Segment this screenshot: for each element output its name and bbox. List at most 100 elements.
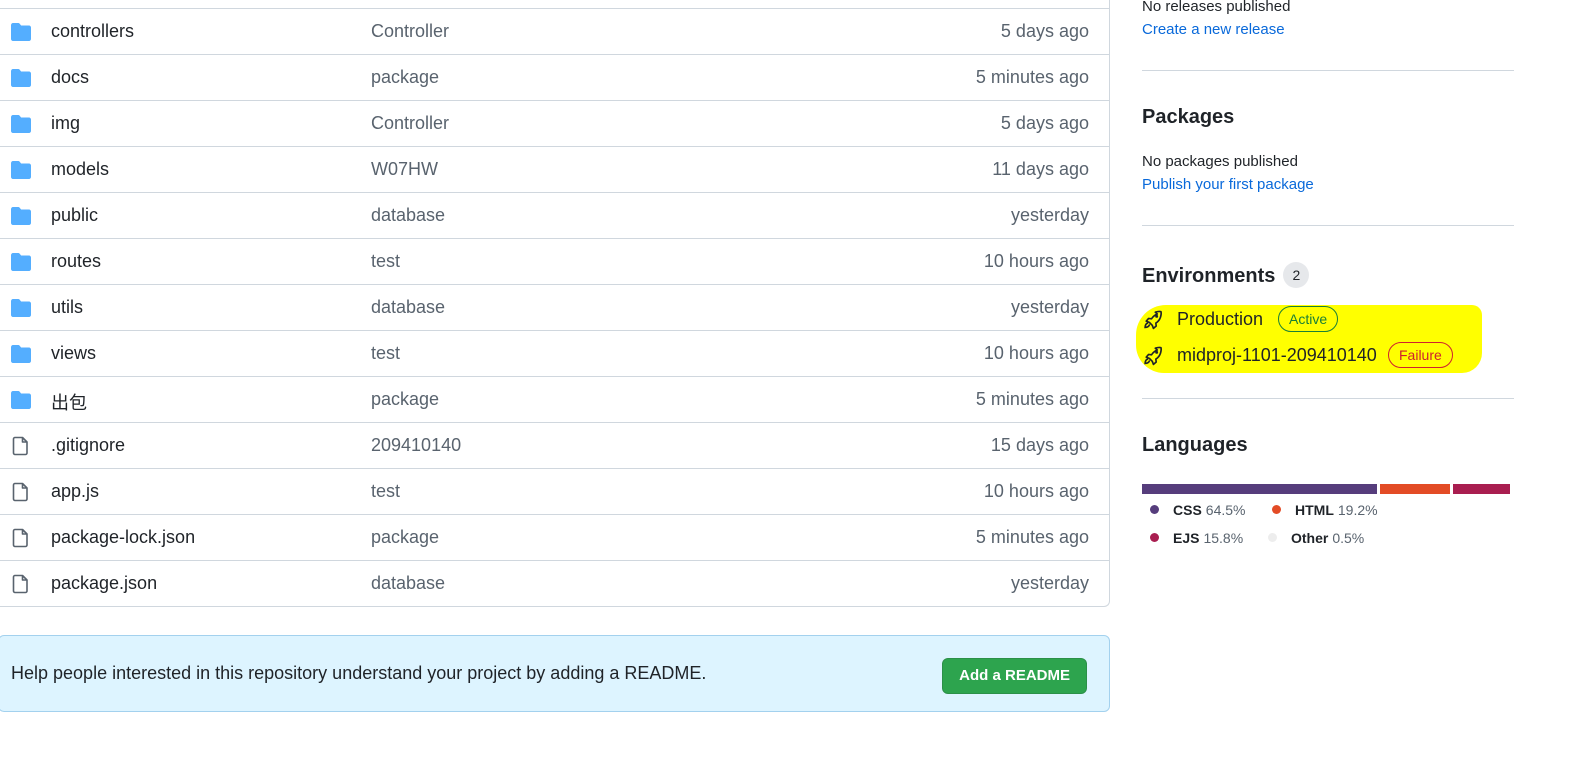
commit-message-link[interactable]: database [371, 573, 445, 594]
language-color-dot [1268, 533, 1277, 542]
folder-icon [10, 68, 32, 88]
commit-message-link[interactable]: package [371, 389, 439, 410]
folder-icon [10, 206, 32, 226]
language-color-dot [1150, 533, 1159, 542]
folder-icon [10, 160, 32, 180]
commit-age: 10 hours ago [983, 251, 1089, 271]
status-badge-failure: Failure [1388, 342, 1453, 368]
commit-age: 5 minutes ago [975, 389, 1089, 409]
language-name: Other [1291, 530, 1329, 546]
commit-age: yesterday [1010, 573, 1089, 593]
file-row[interactable]: app.js test 10 hours ago [0, 468, 1109, 514]
language-item-css[interactable]: CSS 64.5% [1150, 502, 1246, 518]
commit-message-link[interactable]: database [371, 205, 445, 226]
file-row[interactable]: routes test 10 hours ago [0, 238, 1109, 284]
commit-message-link[interactable]: W07HW [371, 159, 438, 180]
folder-icon [10, 114, 32, 134]
commit-age: 10 hours ago [983, 343, 1089, 363]
commit-message-link[interactable]: Controller [371, 113, 449, 134]
language-name: EJS [1173, 530, 1200, 546]
file-name-link[interactable]: public [51, 205, 98, 226]
commit-age: 15 days ago [990, 435, 1089, 455]
environments-count-badge: 2 [1283, 262, 1310, 288]
commit-message-link[interactable]: test [371, 343, 400, 364]
file-row[interactable]: models W07HW 11 days ago [0, 146, 1109, 192]
file-row[interactable]: .gitignore 209410140 15 days ago [0, 422, 1109, 468]
file-name-link[interactable]: package-lock.json [51, 527, 195, 548]
environments-heading[interactable]: Environments 2 [1142, 262, 1310, 288]
commit-age: 5 minutes ago [975, 527, 1089, 547]
file-name-link[interactable]: .gitignore [51, 435, 125, 456]
commit-message-link[interactable]: test [371, 251, 400, 272]
language-item-ejs[interactable]: EJS 15.8% [1150, 530, 1243, 546]
file-name-link[interactable]: views [51, 343, 96, 364]
file-name-link[interactable]: models [51, 159, 109, 180]
file-name-link[interactable]: docs [51, 67, 89, 88]
environments-title: Environments [1142, 265, 1276, 287]
language-segment-html[interactable] [1379, 484, 1450, 494]
readme-banner: Help people interested in this repositor… [0, 635, 1110, 712]
language-name: CSS [1173, 502, 1202, 518]
rocket-icon [1144, 310, 1162, 330]
commit-message-link[interactable]: database [371, 297, 445, 318]
environment-item-midproj[interactable]: midproj-1101-209410140 Failure [1142, 341, 1482, 371]
language-name: HTML [1295, 502, 1334, 518]
file-row[interactable]: docs package 5 minutes ago [0, 54, 1109, 100]
file-icon [10, 436, 32, 456]
file-row[interactable]: package.json database yesterday [0, 560, 1109, 606]
language-percent: 15.8% [1203, 530, 1244, 546]
language-percent: 64.5% [1205, 502, 1246, 518]
file-name-link[interactable]: package.json [51, 573, 157, 594]
commit-age: 5 minutes ago [975, 67, 1089, 87]
file-row[interactable]: 出包 package 5 minutes ago [0, 376, 1109, 422]
file-row[interactable]: controllers Controller 5 days ago [0, 8, 1109, 54]
environment-name: midproj-1101-209410140 [1177, 345, 1377, 365]
publish-package-link[interactable]: Publish your first package [1142, 176, 1314, 193]
file-row[interactable]: utils database yesterday [0, 284, 1109, 330]
packages-empty-text: No packages published [1142, 153, 1298, 170]
packages-heading[interactable]: Packages [1142, 106, 1234, 129]
file-name-link[interactable]: utils [51, 297, 83, 318]
file-name-link[interactable]: controllers [51, 21, 134, 42]
file-icon [10, 574, 32, 594]
environment-name: Production [1177, 309, 1264, 329]
folder-icon [10, 390, 32, 410]
commit-message-link[interactable]: 209410140 [371, 435, 461, 456]
language-bar [1142, 484, 1510, 494]
releases-empty-text: No releases published [1142, 0, 1291, 15]
file-row[interactable]: package-lock.json package 5 minutes ago [0, 514, 1109, 560]
commit-age: 5 days ago [1000, 113, 1089, 133]
file-row[interactable]: img Controller 5 days ago [0, 100, 1109, 146]
commit-message-link[interactable]: test [371, 481, 400, 502]
create-release-link[interactable]: Create a new release [1142, 21, 1285, 38]
languages-heading: Languages [1142, 434, 1248, 456]
file-name-link[interactable]: img [51, 113, 80, 134]
file-row[interactable]: views test 10 hours ago [0, 330, 1109, 376]
language-color-dot [1150, 505, 1159, 514]
file-row[interactable]: public database yesterday [0, 192, 1109, 238]
language-item-html[interactable]: HTML 19.2% [1272, 502, 1378, 518]
add-readme-button[interactable]: Add a README [942, 658, 1087, 694]
commit-message-link[interactable]: Controller [371, 21, 449, 42]
file-name-link[interactable]: routes [51, 251, 101, 272]
file-icon [10, 528, 32, 548]
language-percent: 19.2% [1337, 502, 1378, 518]
status-badge-active: Active [1278, 306, 1339, 332]
language-segment-ejs[interactable] [1452, 484, 1510, 494]
file-name-link[interactable]: app.js [51, 481, 99, 502]
commit-message-link[interactable]: package [371, 67, 439, 88]
commit-age: 5 days ago [1000, 21, 1089, 41]
file-name-link[interactable]: 出包 [51, 389, 87, 415]
folder-icon [10, 298, 32, 318]
readme-banner-text: Help people interested in this repositor… [11, 663, 707, 683]
environment-item-production[interactable]: Production Active [1142, 305, 1482, 335]
file-icon [10, 482, 32, 502]
language-percent: 0.5% [1332, 530, 1365, 546]
divider [1142, 398, 1514, 399]
file-list: controllers Controller 5 days ago docs packa… [0, 0, 1110, 607]
divider [1142, 225, 1514, 226]
language-segment-css[interactable] [1142, 484, 1377, 494]
language-color-dot [1272, 505, 1281, 514]
divider [1142, 70, 1514, 71]
commit-message-link[interactable]: package [371, 527, 439, 548]
